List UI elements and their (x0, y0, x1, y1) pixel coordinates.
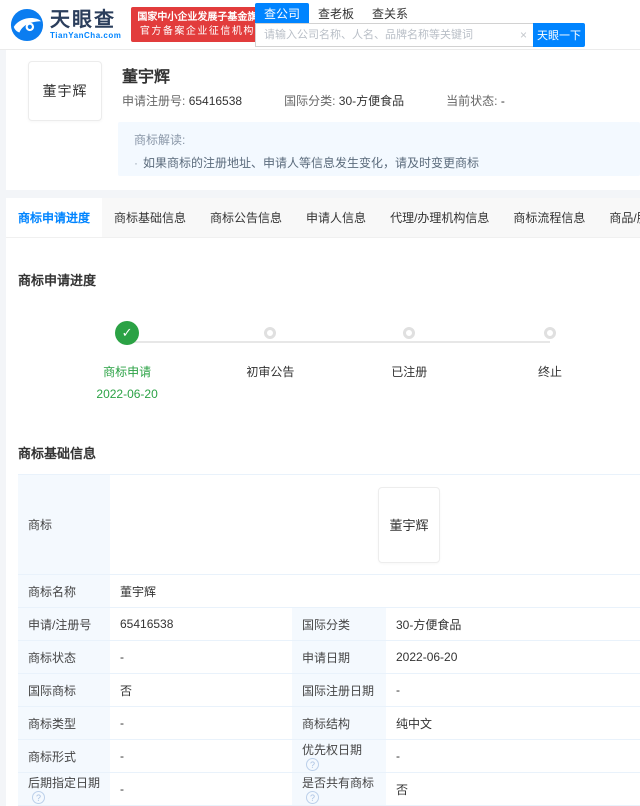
section-gap (0, 190, 640, 198)
tab-goods-services[interactable]: 商品/服务项目 (597, 198, 640, 237)
tab-application-progress[interactable]: 商标申请进度 (6, 198, 103, 237)
trademark-header-card: 董宇辉 董宇辉 申请注册号: 65416538 国际分类: 30-方便食品 当前… (6, 50, 640, 190)
help-icon[interactable]: ? (306, 790, 319, 804)
meta-registration-no: 申请注册号: 65416538 (122, 94, 243, 108)
search-tab-relation[interactable]: 查关系 (363, 3, 417, 24)
search-tabs: 查公司 查老板 查关系 (255, 3, 585, 24)
pending-circle-icon (543, 327, 556, 339)
clear-input-icon[interactable]: × (520, 27, 527, 43)
table-row-regno-class: 申请/注册号 65416538 国际分类 30-方便食品 (18, 607, 640, 641)
meta-current-status: 当前状态: - (446, 94, 505, 108)
gov-certification-badge: 国家中小企业发展子基金旗下 官方备案企业征信机构 (131, 7, 268, 42)
badge-line1: 国家中小企业发展子基金旗下 (137, 12, 268, 23)
pending-circle-icon (403, 327, 416, 339)
step-preliminary-announcement: 初审公告 (210, 297, 330, 380)
step-terminated: 终止 (490, 297, 610, 380)
basic-info-table: 商标 董宇辉 商标名称 董宇辉 申请/注册号 65416538 国际分类 30-… (18, 474, 640, 806)
trademark-interpretation-box: 商标解读: · 如果商标的注册地址、申请人等信息发生变化，请及时变更商标 (118, 122, 640, 176)
stepper-line (127, 341, 550, 343)
search-tab-company[interactable]: 查公司 (255, 3, 310, 24)
table-row-late-designation-shared: 后期指定日期? - 是否共有商标? 否 (18, 772, 640, 806)
search-module: 查公司 查老板 查关系 × 天眼一下 (255, 3, 585, 47)
step-application: ✓ 商标申请 2022-06-20 (67, 297, 187, 401)
meta-intl-class: 国际分类: 30-方便食品 (284, 94, 405, 108)
pending-circle-icon (264, 327, 277, 339)
tab-process-info[interactable]: 商标流程信息 (501, 198, 597, 237)
search-tab-boss[interactable]: 查老板 (309, 3, 363, 24)
help-icon[interactable]: ? (32, 790, 45, 804)
tab-applicant-info[interactable]: 申请人信息 (294, 198, 378, 237)
application-progress-stepper: ✓ 商标申请 2022-06-20 初审公告 已注册 终止 (6, 297, 640, 415)
table-row-status-date: 商标状态 - 申请日期 2022-06-20 (18, 640, 640, 674)
detail-nav-tabs: 商标申请进度 商标基础信息 商标公告信息 申请人信息 代理/办理机构信息 商标流… (6, 198, 640, 238)
tab-agency-info[interactable]: 代理/办理机构信息 (378, 198, 501, 237)
search-input[interactable] (255, 23, 533, 47)
progress-section-heading: 商标申请进度 (18, 273, 97, 288)
logo-domain: TianYanCha.com (50, 30, 122, 40)
basic-info-section-heading: 商标基础信息 (18, 446, 97, 461)
trademark-image[interactable]: 董宇辉 (28, 61, 102, 121)
badge-line2: 官方备案企业征信机构 (139, 25, 255, 37)
tab-announcement-info[interactable]: 商标公告信息 (198, 198, 294, 237)
trademark-image-cell[interactable]: 董宇辉 (378, 486, 441, 563)
table-row-type-structure: 商标类型 - 商标结构 纯中文 (18, 706, 640, 740)
interpretation-title: 商标解读: (134, 133, 186, 147)
search-button[interactable]: 天眼一下 (533, 23, 585, 47)
main-content: 商标申请进度 ✓ 商标申请 2022-06-20 初审公告 已注册 终止 商标基… (6, 238, 640, 806)
header-meta: 申请注册号: 65416538 国际分类: 30-方便食品 当前状态: - (122, 92, 547, 109)
step-registered: 已注册 (349, 297, 469, 380)
check-circle-icon: ✓ (115, 321, 140, 345)
eye-logo-icon (10, 8, 44, 41)
interpretation-bullet: · 如果商标的注册地址、申请人等信息发生变化，请及时变更商标 (134, 156, 480, 170)
page-title: 董宇辉 (122, 69, 171, 86)
step-date: 2022-06-20 (96, 387, 158, 401)
tab-basic-info[interactable]: 商标基础信息 (102, 198, 198, 237)
table-row-international: 国际商标 否 国际注册日期 - (18, 673, 640, 707)
logo-title: 天眼查 (50, 8, 116, 31)
tianyancha-logo[interactable]: 天眼查 TianYanCha.com (10, 8, 121, 42)
top-bar: 天眼查 TianYanCha.com 国家中小企业发展子基金旗下 官方备案企业征… (0, 0, 640, 50)
table-row-trademark-image: 商标 董宇辉 (18, 474, 640, 575)
table-row-form-priority: 商标形式 - 优先权日期? - (18, 739, 640, 773)
help-icon[interactable]: ? (306, 757, 319, 771)
table-row-name: 商标名称 董宇辉 (18, 574, 640, 608)
